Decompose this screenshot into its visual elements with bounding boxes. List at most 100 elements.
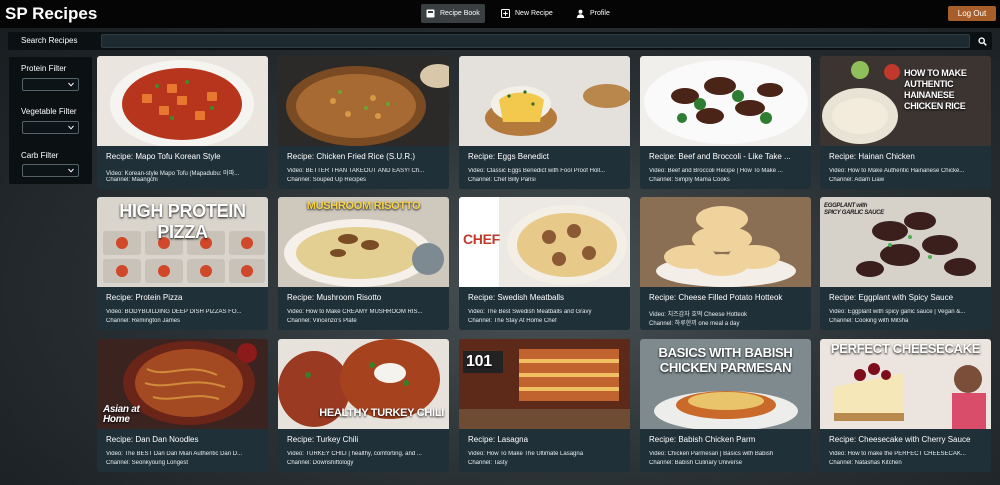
recipe-channel: Channel: 하루한끼 one meal a day	[649, 321, 740, 327]
recipe-title[interactable]: Recipe: Chicken Fried Rice (S.U.R.)	[287, 152, 443, 161]
thumbnail-caption: BASICS WITH BABISH CHICKEN PARMESAN	[658, 345, 793, 375]
recipe-card-potato-hotteok[interactable]: Recipe: Cheese Filled Potato Hotteok Vid…	[640, 197, 811, 330]
recipe-card-chicken-parm[interactable]: BASICS WITH BABISH CHICKEN PARMESAN Reci…	[640, 339, 811, 472]
recipe-title[interactable]: Recipe: Eggs Benedict	[468, 152, 624, 161]
recipe-video[interactable]: Video: The BEST Dan Dan Mian Authentic D…	[106, 451, 262, 457]
recipe-title[interactable]: Recipe: Babish Chicken Parm	[649, 435, 805, 444]
thumbnail-caption: HOW TO MAKE AUTHENTIC HAINANESE CHICKEN …	[904, 68, 967, 111]
chevron-down-icon	[68, 125, 74, 130]
thumbnail-caption: EGGPLANT with SPICY GARLIC SAUCE	[824, 203, 884, 216]
recipe-info: Recipe: Eggs Benedict Video: Classic Egg…	[459, 146, 630, 189]
recipe-thumbnail	[459, 56, 630, 146]
recipe-video[interactable]: Video: BETTER THAN TAKEOUT AND EASY! Ch.…	[287, 168, 443, 174]
recipe-title[interactable]: Recipe: Eggplant with Spicy Sauce	[829, 293, 985, 302]
recipe-info: Recipe: Eggplant with Spicy Sauce Video:…	[820, 287, 991, 330]
thumbnail-caption: HEALTHY TURKEY CHILI	[319, 407, 444, 419]
search-label: Search Recipes	[21, 36, 78, 45]
nav-new-recipe[interactable]: New Recipe	[496, 4, 558, 23]
recipe-video[interactable]: Video: Chicken Parmesan | Basics with Ba…	[649, 451, 805, 457]
recipe-video[interactable]: Video: How To Make The Ultimate Lasagna	[468, 451, 624, 457]
recipe-title[interactable]: Recipe: Cheesecake with Cherry Sauce	[829, 435, 985, 444]
recipe-thumbnail: CHEF	[459, 197, 630, 287]
recipe-info: Recipe: Protein Pizza Video: BODYBUILDIN…	[97, 287, 268, 330]
vegetable-filter-label: Vegetable Filter	[21, 107, 77, 116]
recipe-title[interactable]: Recipe: Protein Pizza	[106, 293, 262, 302]
recipe-thumbnail	[640, 197, 811, 287]
recipe-info: Recipe: Hainan Chicken Video: How to Mak…	[820, 146, 991, 189]
recipe-thumbnail: HEALTHY TURKEY CHILI	[278, 339, 449, 429]
carb-filter-select[interactable]	[22, 164, 79, 177]
protein-filter-select[interactable]	[22, 78, 79, 91]
recipe-video[interactable]: Video: Beef and Broccoli Recipe | How To…	[649, 168, 805, 174]
thumbnail-caption: CHEF	[463, 231, 500, 247]
recipe-thumbnail: PERFECT CHEESECAKE	[820, 339, 991, 429]
thumbnail-caption: HIGH PROTEIN PIZZA	[119, 201, 246, 242]
recipe-title[interactable]: Recipe: Mushroom Risotto	[287, 293, 443, 302]
nav-recipe-book[interactable]: Recipe Book	[421, 4, 485, 23]
recipe-thumbnail: BASICS WITH BABISH CHICKEN PARMESAN	[640, 339, 811, 431]
nav-profile-label: Profile	[590, 10, 610, 17]
recipe-thumbnail	[97, 56, 268, 148]
recipe-info: Recipe: Babish Chicken Parm Video: Chick…	[640, 429, 811, 472]
recipe-thumbnail: MUSHROOM RISOTTO	[278, 197, 449, 287]
recipe-card-chicken-fried-rice[interactable]: Recipe: Chicken Fried Rice (S.U.R.) Vide…	[278, 56, 449, 189]
recipe-info: Recipe: Beef and Broccoli - Like Take ..…	[640, 146, 811, 189]
recipe-video[interactable]: Video: How to Make Authentic Hainanese C…	[829, 168, 985, 174]
search-button[interactable]	[974, 34, 990, 48]
recipe-video[interactable]: Video: Classic Eggs Benedict with Fool P…	[468, 168, 624, 174]
chevron-down-icon	[68, 82, 74, 87]
vegetable-filter-select[interactable]	[22, 121, 79, 134]
recipe-channel: Channel: Natashas Kitchen	[829, 460, 902, 466]
plus-square-icon	[501, 9, 510, 18]
logout-button[interactable]: Log Out	[948, 6, 996, 21]
recipe-card-hainan-chicken[interactable]: HOW TO MAKE AUTHENTIC HAINANESE CHICKEN …	[820, 56, 991, 189]
search-icon	[977, 36, 987, 46]
search-input[interactable]	[101, 34, 970, 48]
recipe-card-swedish-meatballs[interactable]: CHEF Recipe: Swedish Meatballs Video: Th…	[459, 197, 630, 330]
recipe-card-cheesecake[interactable]: PERFECT CHEESECAKE Recipe: Cheesecake wi…	[820, 339, 991, 472]
recipe-title[interactable]: Recipe: Mapo Tofu Korean Style	[106, 152, 262, 161]
recipe-info: Recipe: Lasagna Video: How To Make The U…	[459, 429, 630, 472]
recipe-info: Recipe: Chicken Fried Rice (S.U.R.) Vide…	[278, 146, 449, 189]
recipe-channel: Channel: Cooking with Mitsha	[829, 318, 909, 324]
recipe-card-turkey-chili[interactable]: HEALTHY TURKEY CHILI Recipe: Turkey Chil…	[278, 339, 449, 472]
recipe-video[interactable]: Video: The Best Swedish Meatballs and Gr…	[468, 309, 624, 315]
recipe-title[interactable]: Recipe: Lasagna	[468, 435, 624, 444]
recipe-video[interactable]: Video: TURKEY CHILI | healthy, comfortin…	[287, 451, 443, 457]
carb-filter-label: Carb Filter	[21, 151, 59, 160]
recipe-thumbnail	[640, 56, 811, 146]
thumbnail-caption: MUSHROOM RISOTTO	[306, 200, 421, 212]
recipe-card-dan-dan-noodles[interactable]: Asian at Home Recipe: Dan Dan Noodles Vi…	[97, 339, 268, 472]
recipe-channel: Channel: Maangchi	[106, 177, 158, 183]
book-icon	[426, 9, 435, 18]
recipe-title[interactable]: Recipe: Beef and Broccoli - Like Take ..…	[649, 152, 805, 161]
recipe-card-mushroom-risotto[interactable]: MUSHROOM RISOTTO Recipe: Mushroom Risott…	[278, 197, 449, 330]
recipe-video[interactable]: Video: How to make the PERFECT CHEESECAK…	[829, 451, 985, 457]
recipe-video[interactable]: Video: BODYBUILDING DEEP DISH PIZZAS FO.…	[106, 309, 262, 315]
thumbnail-caption: Asian at Home	[103, 404, 140, 425]
nav-new-recipe-label: New Recipe	[515, 10, 553, 17]
recipe-title[interactable]: Recipe: Dan Dan Noodles	[106, 435, 262, 444]
recipe-card-mapo-tofu[interactable]: Recipe: Mapo Tofu Korean Style Video: Ko…	[97, 56, 268, 189]
recipe-channel: Channel: Downshiftology	[287, 460, 354, 466]
recipe-channel: Channel: Souped Up Recipes	[287, 177, 367, 183]
recipe-title[interactable]: Recipe: Swedish Meatballs	[468, 293, 624, 302]
recipe-card-protein-pizza[interactable]: HIGH PROTEIN PIZZA Recipe: Protein Pizza…	[97, 197, 268, 330]
recipe-title[interactable]: Recipe: Cheese Filled Potato Hotteok	[649, 293, 805, 302]
recipe-title[interactable]: Recipe: Hainan Chicken	[829, 152, 985, 161]
recipe-thumbnail: Asian at Home	[97, 339, 268, 429]
recipe-card-beef-broccoli[interactable]: Recipe: Beef and Broccoli - Like Take ..…	[640, 56, 811, 189]
app-title[interactable]: SP Recipes	[5, 4, 97, 24]
recipe-card-eggs-benedict[interactable]: Recipe: Eggs Benedict Video: Classic Egg…	[459, 56, 630, 189]
recipe-video[interactable]: Video: Korean-style Mapo Tofu (Mapadubu:…	[106, 168, 262, 177]
recipe-channel: Channel: Chef Billy Parisi	[468, 177, 536, 183]
recipe-video[interactable]: Video: 치즈감자 호떡 Cheese Hotteok	[649, 309, 805, 318]
recipe-video[interactable]: Video: Eggplant with spicy garlic sauce …	[829, 309, 985, 315]
recipe-video[interactable]: Video: How to Make CREAMY MUSHROOM RIS..…	[287, 309, 443, 315]
recipe-title[interactable]: Recipe: Turkey Chili	[287, 435, 443, 444]
recipe-info: Recipe: Cheesecake with Cherry Sauce Vid…	[820, 429, 991, 472]
recipe-card-lasagna[interactable]: 101 Recipe: Lasagna Video: How To Make T…	[459, 339, 630, 472]
recipe-card-eggplant[interactable]: EGGPLANT with SPICY GARLIC SAUCE Recipe:…	[820, 197, 991, 330]
nav-profile[interactable]: Profile	[571, 4, 615, 23]
recipe-thumbnail: HOW TO MAKE AUTHENTIC HAINANESE CHICKEN …	[820, 56, 991, 146]
